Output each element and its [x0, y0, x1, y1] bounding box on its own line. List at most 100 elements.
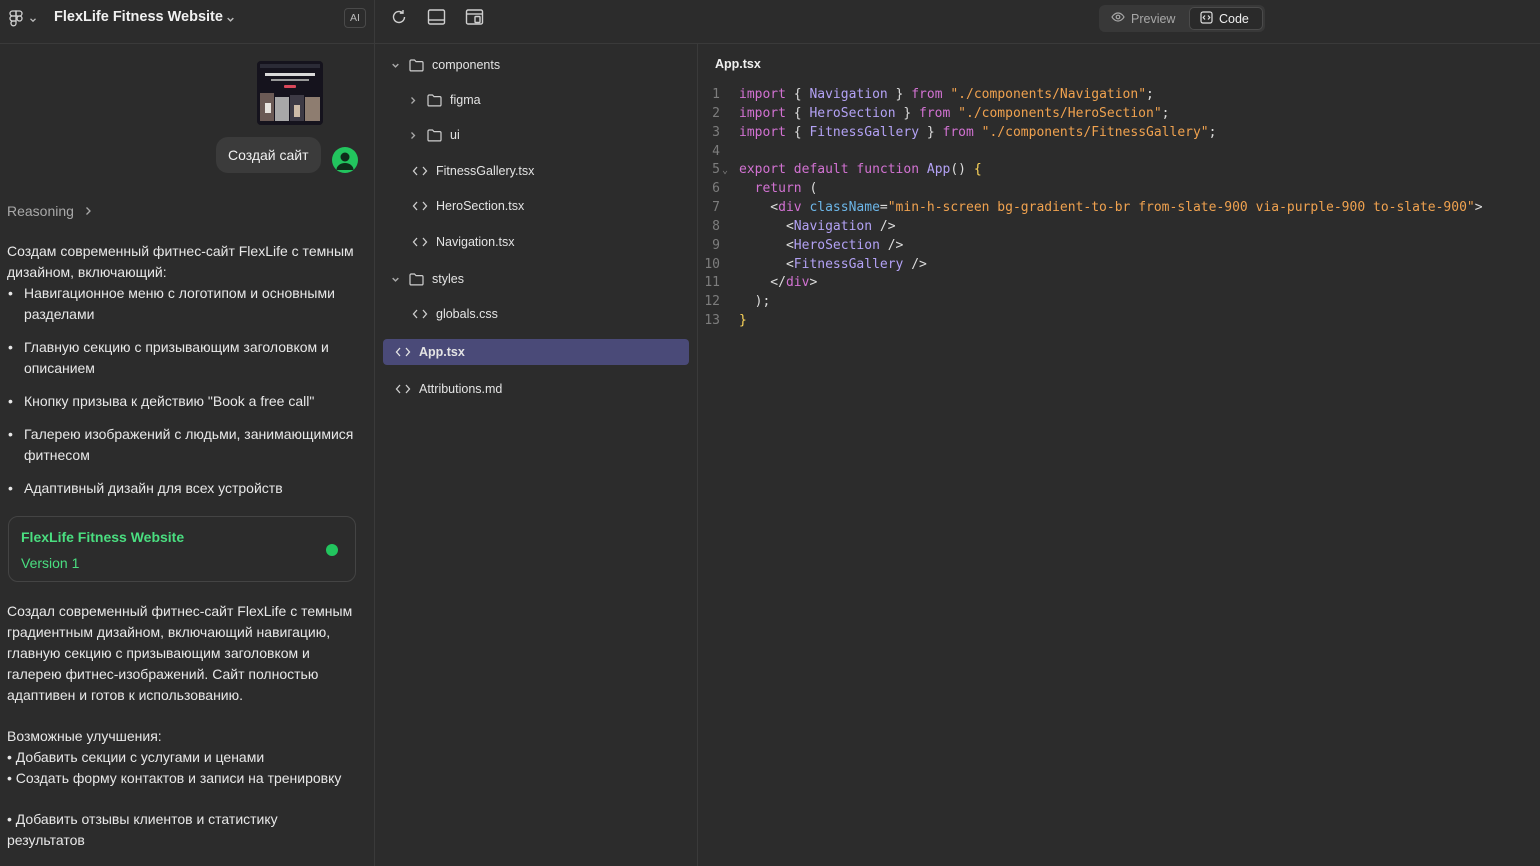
- jsx-attribute: className: [809, 200, 880, 216]
- jsx-component: FitnessGallery: [793, 256, 904, 272]
- code-file-icon: [395, 344, 411, 360]
- line-number: 11: [704, 275, 720, 291]
- assistant-summary: Создал современный фитнес-сайт FlexLife …: [7, 603, 353, 703]
- tree-folder-styles[interactable]: styles: [390, 265, 464, 293]
- tree-folder-figma[interactable]: figma: [408, 86, 481, 114]
- responsive-layout-icon[interactable]: [465, 8, 485, 28]
- jsx-tag: div: [785, 275, 810, 291]
- code-line: 8 <Navigation />: [700, 218, 1483, 237]
- string-literal: "./components/FitnessGallery": [981, 124, 1209, 140]
- tree-file-fitness-gallery[interactable]: FitnessGallery.tsx: [412, 157, 534, 185]
- list-item: Главную секцию с призывающим заголовком …: [7, 337, 357, 379]
- tree-label: App.tsx: [419, 345, 465, 359]
- keyword: function: [856, 162, 920, 178]
- code-line: 3 import { FitnessGallery } from "./compo…: [700, 124, 1483, 143]
- list-item: Адаптивный дизайн для всех устройств: [7, 478, 357, 499]
- keyword: export: [739, 162, 786, 178]
- chevron-right-icon: [84, 203, 92, 219]
- code-line: 5 ⌄ export default function App() {: [700, 161, 1483, 180]
- code-file-icon: [395, 381, 411, 397]
- user-message-bubble: Создай сайт: [216, 137, 321, 173]
- code-file-icon: [412, 306, 428, 322]
- workspace-header: [375, 0, 1540, 44]
- line-number: 13: [704, 313, 720, 329]
- menu-chevron-down-icon[interactable]: [29, 11, 37, 29]
- list-item: Навигационное меню с логотипом и основны…: [7, 283, 357, 325]
- line-number: 2: [712, 105, 720, 121]
- code-icon: [1200, 10, 1213, 27]
- line-number: 1: [712, 87, 720, 102]
- tree-label: FitnessGallery.tsx: [436, 164, 535, 178]
- code-line: 6 return (: [700, 180, 1483, 199]
- keyword: return: [754, 181, 802, 197]
- improvement-item: • Создать форму контактов и записи на тр…: [7, 770, 342, 786]
- refresh-icon[interactable]: [390, 8, 410, 28]
- code-editor[interactable]: 1 import { Navigation } from "./component…: [700, 86, 1483, 331]
- project-title[interactable]: FlexLife Fitness Website: [54, 9, 223, 25]
- reasoning-label: Reasoning: [7, 203, 74, 219]
- keyword: import: [739, 105, 786, 121]
- identifier: Navigation: [809, 87, 888, 102]
- string-literal: "./components/Navigation": [950, 87, 1147, 102]
- code-line: 12 );: [700, 293, 1483, 312]
- figma-logo-icon[interactable]: [9, 10, 25, 28]
- tree-file-app[interactable]: App.tsx: [395, 338, 465, 366]
- string-literal: "./components/HeroSection": [958, 105, 1162, 121]
- tree-file-globals[interactable]: globals.css: [412, 300, 498, 328]
- line-number: 7: [712, 200, 720, 216]
- reasoning-toggle[interactable]: Reasoning: [7, 203, 92, 219]
- folder-icon: [426, 92, 442, 108]
- line-number: 6: [712, 181, 720, 197]
- improvements-title: Возможные улучшения:: [7, 728, 162, 744]
- feature-list: Навигационное меню с логотипом и основны…: [7, 283, 357, 511]
- tree-label: figma: [450, 93, 481, 107]
- improvement-item: • Добавить отзывы клиентов и статистику …: [7, 811, 278, 848]
- tree-folder-ui[interactable]: ui: [408, 121, 460, 149]
- attached-image-thumbnail[interactable]: [257, 61, 323, 125]
- preview-tab[interactable]: Preview: [1101, 7, 1187, 30]
- project-chevron-down-icon[interactable]: [226, 11, 235, 29]
- chevron-down-icon: [390, 274, 400, 284]
- code-line: 7 <div className="min-h-screen bg-gradie…: [700, 199, 1482, 218]
- code-file-icon: [412, 234, 428, 250]
- line-number: 5: [712, 162, 720, 178]
- code-line: 10 <FitnessGallery />: [700, 256, 1483, 275]
- folder-icon: [408, 57, 424, 73]
- line-number: 9: [712, 237, 720, 253]
- identifier: HeroSection: [809, 105, 896, 121]
- fold-chevron-icon[interactable]: ⌄: [720, 162, 739, 181]
- code-label: Code: [1219, 11, 1249, 26]
- keyword: from: [919, 105, 951, 121]
- tree-folder-components[interactable]: components: [390, 51, 500, 79]
- identifier: FitnessGallery: [809, 124, 920, 140]
- code-tab[interactable]: Code: [1189, 7, 1263, 30]
- editor-file-tab[interactable]: App.tsx: [715, 57, 761, 71]
- folder-icon: [408, 271, 424, 287]
- status-dot: [326, 544, 338, 556]
- code-file-icon: [412, 198, 428, 214]
- version-card[interactable]: FlexLife Fitness Website Version 1: [8, 516, 356, 582]
- keyword: from: [911, 87, 943, 102]
- preview-label: Preview: [1131, 11, 1176, 26]
- view-toggle: Preview Code: [1099, 5, 1265, 32]
- code-line: 1 import { Navigation } from "./component…: [700, 86, 1483, 105]
- tree-file-attributions[interactable]: Attributions.md: [395, 375, 502, 403]
- chevron-right-icon: [408, 95, 418, 105]
- tree-file-navigation[interactable]: Navigation.tsx: [412, 228, 515, 256]
- tree-label: Navigation.tsx: [436, 235, 515, 249]
- keyword: import: [739, 87, 786, 102]
- chevron-down-icon: [390, 60, 400, 70]
- tree-file-hero-section[interactable]: HeroSection.tsx: [412, 192, 524, 220]
- line-number: 10: [704, 256, 720, 272]
- tree-label: ui: [450, 128, 460, 142]
- identifier: App: [926, 162, 951, 178]
- panel-bottom-icon[interactable]: [427, 8, 447, 28]
- code-line: 4: [700, 143, 1483, 162]
- line-number: 12: [704, 294, 720, 310]
- ai-badge[interactable]: AI: [344, 8, 366, 28]
- list-item: Галерею изображений с людьми, занимающим…: [7, 424, 357, 466]
- chevron-right-icon: [408, 130, 418, 140]
- keyword: from: [942, 124, 974, 140]
- line-number: 3: [712, 124, 720, 140]
- tree-label: Attributions.md: [419, 382, 503, 396]
